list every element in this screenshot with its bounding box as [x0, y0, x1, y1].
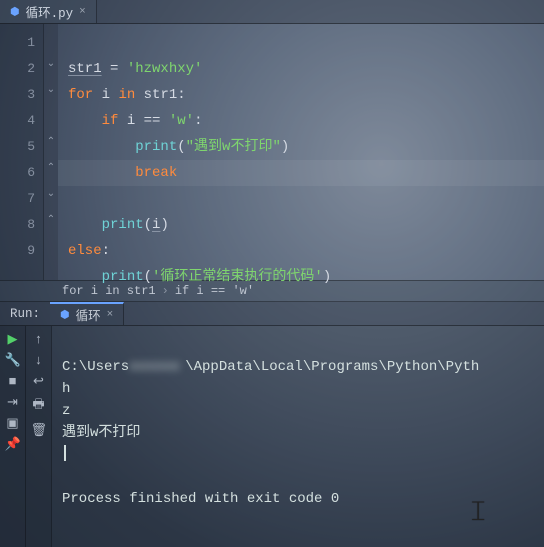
redacted-text: xxxxxx: [129, 356, 185, 378]
scroll-top-icon[interactable]: ↑: [31, 332, 47, 347]
fold-icon[interactable]: ⌄: [45, 58, 57, 70]
layout-icon[interactable]: ▣: [5, 416, 21, 431]
python-file-icon: ⬢: [10, 5, 20, 19]
fold-end-icon: ⌃: [45, 162, 57, 174]
run-panel: ▶ 🔧 ■ ⇥ ▣ 📌 ↑ ↓ ↩ 🖶 🗑 C:\Usersxxxxxx\App…: [0, 326, 544, 547]
pin-icon[interactable]: 📌: [5, 437, 21, 452]
run-label: Run:: [0, 307, 50, 321]
code-line: for i in str1:: [68, 87, 186, 103]
line-number: 7: [0, 186, 35, 212]
console-output[interactable]: C:\Usersxxxxxx\AppData\Local\Programs\Py…: [52, 326, 544, 547]
gutter: 1 2 3 4 5 6 7 8 9: [0, 24, 44, 280]
run-toolbar-left: ▶ 🔧 ■ ⇥ ▣ 📌: [0, 326, 26, 547]
step-icon[interactable]: ⇥: [5, 395, 21, 410]
wrench-icon[interactable]: 🔧: [5, 353, 21, 368]
console-line: z: [62, 403, 70, 419]
console-line: h: [62, 381, 70, 397]
line-number: 9: [0, 238, 35, 264]
stop-icon[interactable]: ■: [5, 374, 21, 389]
line-number: 5: [0, 134, 35, 160]
scroll-bottom-icon[interactable]: ↓: [31, 353, 47, 368]
line-number: 8: [0, 212, 35, 238]
line-number: 6: [0, 160, 35, 186]
code-line: break: [58, 160, 544, 186]
console-line: 遇到w不打印: [62, 425, 140, 441]
line-number: 1: [0, 30, 35, 56]
code-line: else:: [68, 243, 110, 259]
fold-icon[interactable]: ⌄: [45, 188, 57, 200]
code-line: print(i): [68, 217, 169, 233]
fold-end-icon: ⌃: [45, 136, 57, 148]
console-line: C:\Usersxxxxxx\AppData\Local\Programs\Py…: [62, 359, 479, 375]
console-line: Process finished with exit code 0: [62, 491, 339, 507]
text-cursor-icon: 𝙸: [468, 503, 488, 525]
code-editor[interactable]: 1 2 3 4 5 6 7 8 9 ⌄ ⌄ ⌃ ⌃ ⌄ ⌃ str1 = 'hz…: [0, 24, 544, 280]
close-icon[interactable]: ×: [79, 6, 86, 18]
code-line: str1 = 'hzwxhxy': [68, 61, 202, 77]
tab-bar: ⬢ 循环.py ×: [0, 0, 544, 24]
run-icon[interactable]: ▶: [5, 332, 21, 347]
trash-icon[interactable]: 🗑: [31, 423, 47, 438]
code-line: print("遇到w不打印"): [68, 139, 289, 155]
code-line: if i == 'w':: [68, 113, 202, 129]
print-icon[interactable]: 🖶: [31, 395, 47, 417]
line-number: 4: [0, 108, 35, 134]
file-tab-label: 循环.py: [26, 2, 74, 21]
console-caret: [62, 447, 66, 463]
fold-end-icon: ⌃: [45, 214, 57, 226]
soft-wrap-icon[interactable]: ↩: [31, 374, 47, 389]
file-tab[interactable]: ⬢ 循环.py ×: [0, 0, 97, 23]
line-number: 2: [0, 56, 35, 82]
run-toolbar-right: ↑ ↓ ↩ 🖶 🗑: [26, 326, 52, 547]
fold-column: ⌄ ⌄ ⌃ ⌃ ⌄ ⌃: [44, 24, 58, 280]
fold-icon[interactable]: ⌄: [45, 84, 57, 96]
code-line: print('循环正常结束执行的代码'): [68, 269, 331, 285]
code-area[interactable]: str1 = 'hzwxhxy' for i in str1: if i == …: [58, 24, 544, 280]
line-number: 3: [0, 82, 35, 108]
